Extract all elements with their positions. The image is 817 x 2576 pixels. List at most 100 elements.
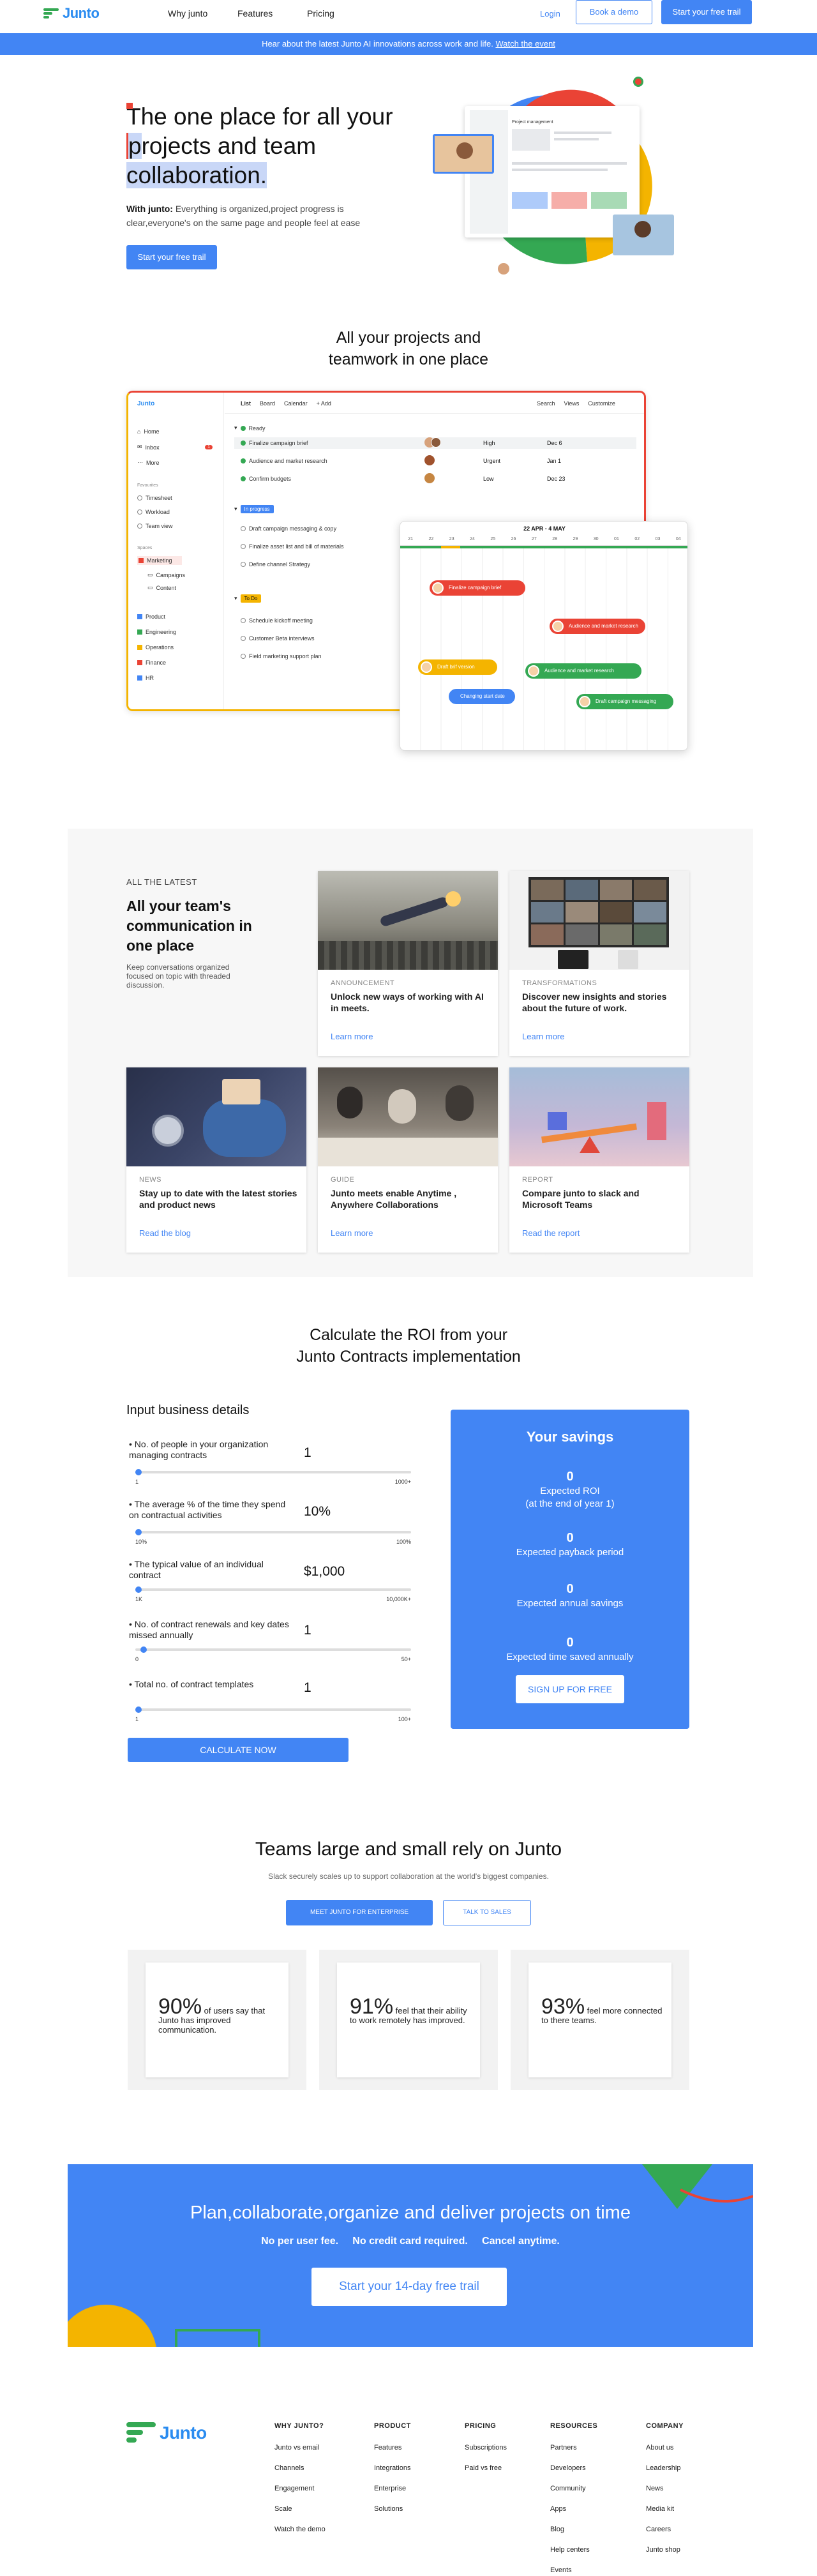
news-card[interactable]: NEWS Stay up to date with the latest sto… (126, 1067, 306, 1253)
news-card[interactable]: GUIDE Junto meets enable Anytime , Anywh… (318, 1067, 498, 1253)
group-todo-header[interactable]: ▾ To Do (234, 594, 262, 603)
book-demo-button[interactable]: Book a demo (576, 0, 652, 24)
footer-link[interactable]: Channels (274, 2464, 326, 2472)
footer-link[interactable]: Watch the demo (274, 2526, 326, 2533)
task-row[interactable]: Field marketing support plan (241, 653, 322, 659)
mockup-space-campaigns[interactable]: ▭ Campaigns (147, 571, 185, 578)
customize-tool[interactable]: Customize (588, 400, 615, 407)
slider-thumb[interactable] (135, 1469, 142, 1475)
mockup-favorite-timesheet[interactable]: Timesheet (137, 495, 172, 501)
roi-field-value[interactable]: 10% (304, 1504, 331, 1519)
nav-link-features[interactable]: Features (237, 8, 273, 19)
task-row[interactable]: Audience and market research (241, 458, 327, 464)
footer-link[interactable]: Junto shop (646, 2546, 684, 2554)
mockup-team-finance[interactable]: Finance (137, 659, 166, 666)
news-card[interactable]: ANNOUNCEMENT Unlock new ways of working … (318, 871, 498, 1056)
signup-free-button[interactable]: SIGN UP FOR FREE (516, 1675, 624, 1703)
footer-logo[interactable]: Junto (126, 2421, 207, 2445)
news-card[interactable]: TRANSFORMATIONS Discover new insights an… (509, 871, 689, 1056)
nav-link-why-junto[interactable]: Why junto (168, 8, 207, 19)
group-ready-header[interactable]: ▾ Ready (234, 425, 266, 432)
footer-link[interactable]: Developers (550, 2464, 597, 2472)
footer-link[interactable]: Blog (550, 2526, 597, 2533)
nav-free-trial-button[interactable]: Start your free trail (661, 0, 752, 24)
footer-link[interactable]: About us (646, 2444, 684, 2452)
footer-link[interactable]: Paid vs free (465, 2464, 507, 2472)
tab-add[interactable]: + Add (317, 400, 331, 407)
footer-link[interactable]: Solutions (374, 2505, 411, 2513)
roi-field-value[interactable]: 1 (304, 1445, 311, 1461)
footer-link[interactable]: Careers (646, 2526, 684, 2533)
mockup-team-product[interactable]: Product (137, 614, 165, 620)
roi-field-value[interactable]: $1,000 (304, 1564, 345, 1579)
gantt-bar[interactable]: Audience and market research (525, 663, 641, 679)
mockup-team-hr[interactable]: HR (137, 675, 154, 681)
footer-link[interactable]: Junto vs email (274, 2444, 326, 2452)
time-percent-slider[interactable] (135, 1529, 411, 1535)
nav-link-pricing[interactable]: Pricing (307, 8, 334, 19)
footer-link[interactable]: Subscriptions (465, 2444, 507, 2452)
task-row[interactable]: Draft campaign messaging & copy (241, 525, 336, 532)
templates-slider[interactable] (135, 1706, 411, 1713)
card-link[interactable]: Read the blog (139, 1228, 191, 1238)
hero-free-trial-button[interactable]: Start your free trail (126, 245, 217, 269)
task-row[interactable]: Finalize asset list and bill of material… (241, 543, 344, 550)
card-link[interactable]: Learn more (331, 1032, 373, 1041)
footer-link[interactable]: Enterprise (374, 2485, 411, 2492)
footer-link[interactable]: News (646, 2485, 684, 2492)
tab-list[interactable]: List (241, 400, 251, 407)
task-row[interactable]: Finalize campaign brief (241, 440, 308, 446)
slider-thumb[interactable] (140, 1646, 147, 1653)
news-card[interactable]: REPORT Compare junto to slack and Micros… (509, 1067, 689, 1253)
footer-link[interactable]: Features (374, 2444, 411, 2452)
tab-board[interactable]: Board (260, 400, 275, 407)
mockup-team-operations[interactable]: Operations (137, 644, 174, 651)
slider-thumb[interactable] (135, 1706, 142, 1713)
group-progress-header[interactable]: ▾ In progress (234, 505, 274, 513)
mockup-nav-inbox[interactable]: ✉ Inbox 1 (137, 444, 213, 451)
card-link[interactable]: Learn more (522, 1032, 564, 1041)
mockup-space-content[interactable]: ▭ Content (147, 584, 176, 591)
footer-link[interactable]: Scale (274, 2505, 326, 2513)
mockup-nav-home[interactable]: ⌂ Home (137, 428, 159, 435)
footer-link[interactable]: Integrations (374, 2464, 411, 2472)
enterprise-button[interactable]: MEET JUNTO FOR ENTERPRISE (286, 1900, 433, 1925)
mockup-team-engineering[interactable]: Engineering (137, 629, 176, 635)
login-link[interactable]: Login (540, 9, 560, 19)
gantt-bar[interactable]: Draft brif version (418, 659, 497, 675)
task-row[interactable]: Customer Beta interviews (241, 635, 315, 642)
mockup-space-marketing[interactable]: Marketing (137, 556, 182, 565)
task-row[interactable]: Schedule kickoff meeting (241, 617, 313, 624)
mockup-favorite-workload[interactable]: Workload (137, 509, 170, 515)
watch-event-link[interactable]: Watch the event (495, 39, 555, 49)
footer-link[interactable]: Media kit (646, 2505, 684, 2513)
slider-thumb[interactable] (135, 1586, 142, 1593)
card-link[interactable]: Learn more (331, 1228, 373, 1238)
task-row[interactable]: Confirm budgets (241, 476, 291, 482)
roi-field-value[interactable]: 1 (304, 1680, 311, 1696)
footer-link[interactable]: Help centers (550, 2546, 597, 2554)
mockup-favorite-team-view[interactable]: Team view (137, 523, 173, 529)
gantt-bar[interactable]: Audience and market research (550, 619, 645, 634)
brand-logo[interactable]: Junto (43, 5, 100, 22)
missed-renewals-slider[interactable] (135, 1646, 411, 1653)
footer-link[interactable]: Events (550, 2566, 597, 2574)
mockup-nav-more[interactable]: ⋯ More (137, 459, 160, 466)
card-link[interactable]: Read the report (522, 1228, 580, 1238)
footer-link[interactable]: Partners (550, 2444, 597, 2452)
gantt-bar[interactable]: Draft campaign messaging (576, 694, 673, 709)
slider-thumb[interactable] (135, 1529, 142, 1535)
people-slider[interactable] (135, 1469, 411, 1475)
gantt-bar[interactable]: Changing start date (449, 689, 515, 704)
talk-to-sales-button[interactable]: TALK TO SALES (443, 1900, 531, 1925)
contract-value-slider[interactable] (135, 1586, 411, 1593)
footer-link[interactable]: Apps (550, 2505, 597, 2513)
footer-link[interactable]: Leadership (646, 2464, 684, 2472)
calculate-button[interactable]: CALCULATE NOW (128, 1738, 349, 1762)
footer-link[interactable]: Community (550, 2485, 597, 2492)
views-tool[interactable]: Views (564, 400, 580, 407)
roi-field-value[interactable]: 1 (304, 1623, 311, 1638)
cta-free-trial-button[interactable]: Start your 14-day free trail (311, 2268, 507, 2306)
task-row[interactable]: Define channel Strategy (241, 561, 310, 568)
gantt-bar[interactable]: Finalize campaign brief (430, 580, 525, 596)
